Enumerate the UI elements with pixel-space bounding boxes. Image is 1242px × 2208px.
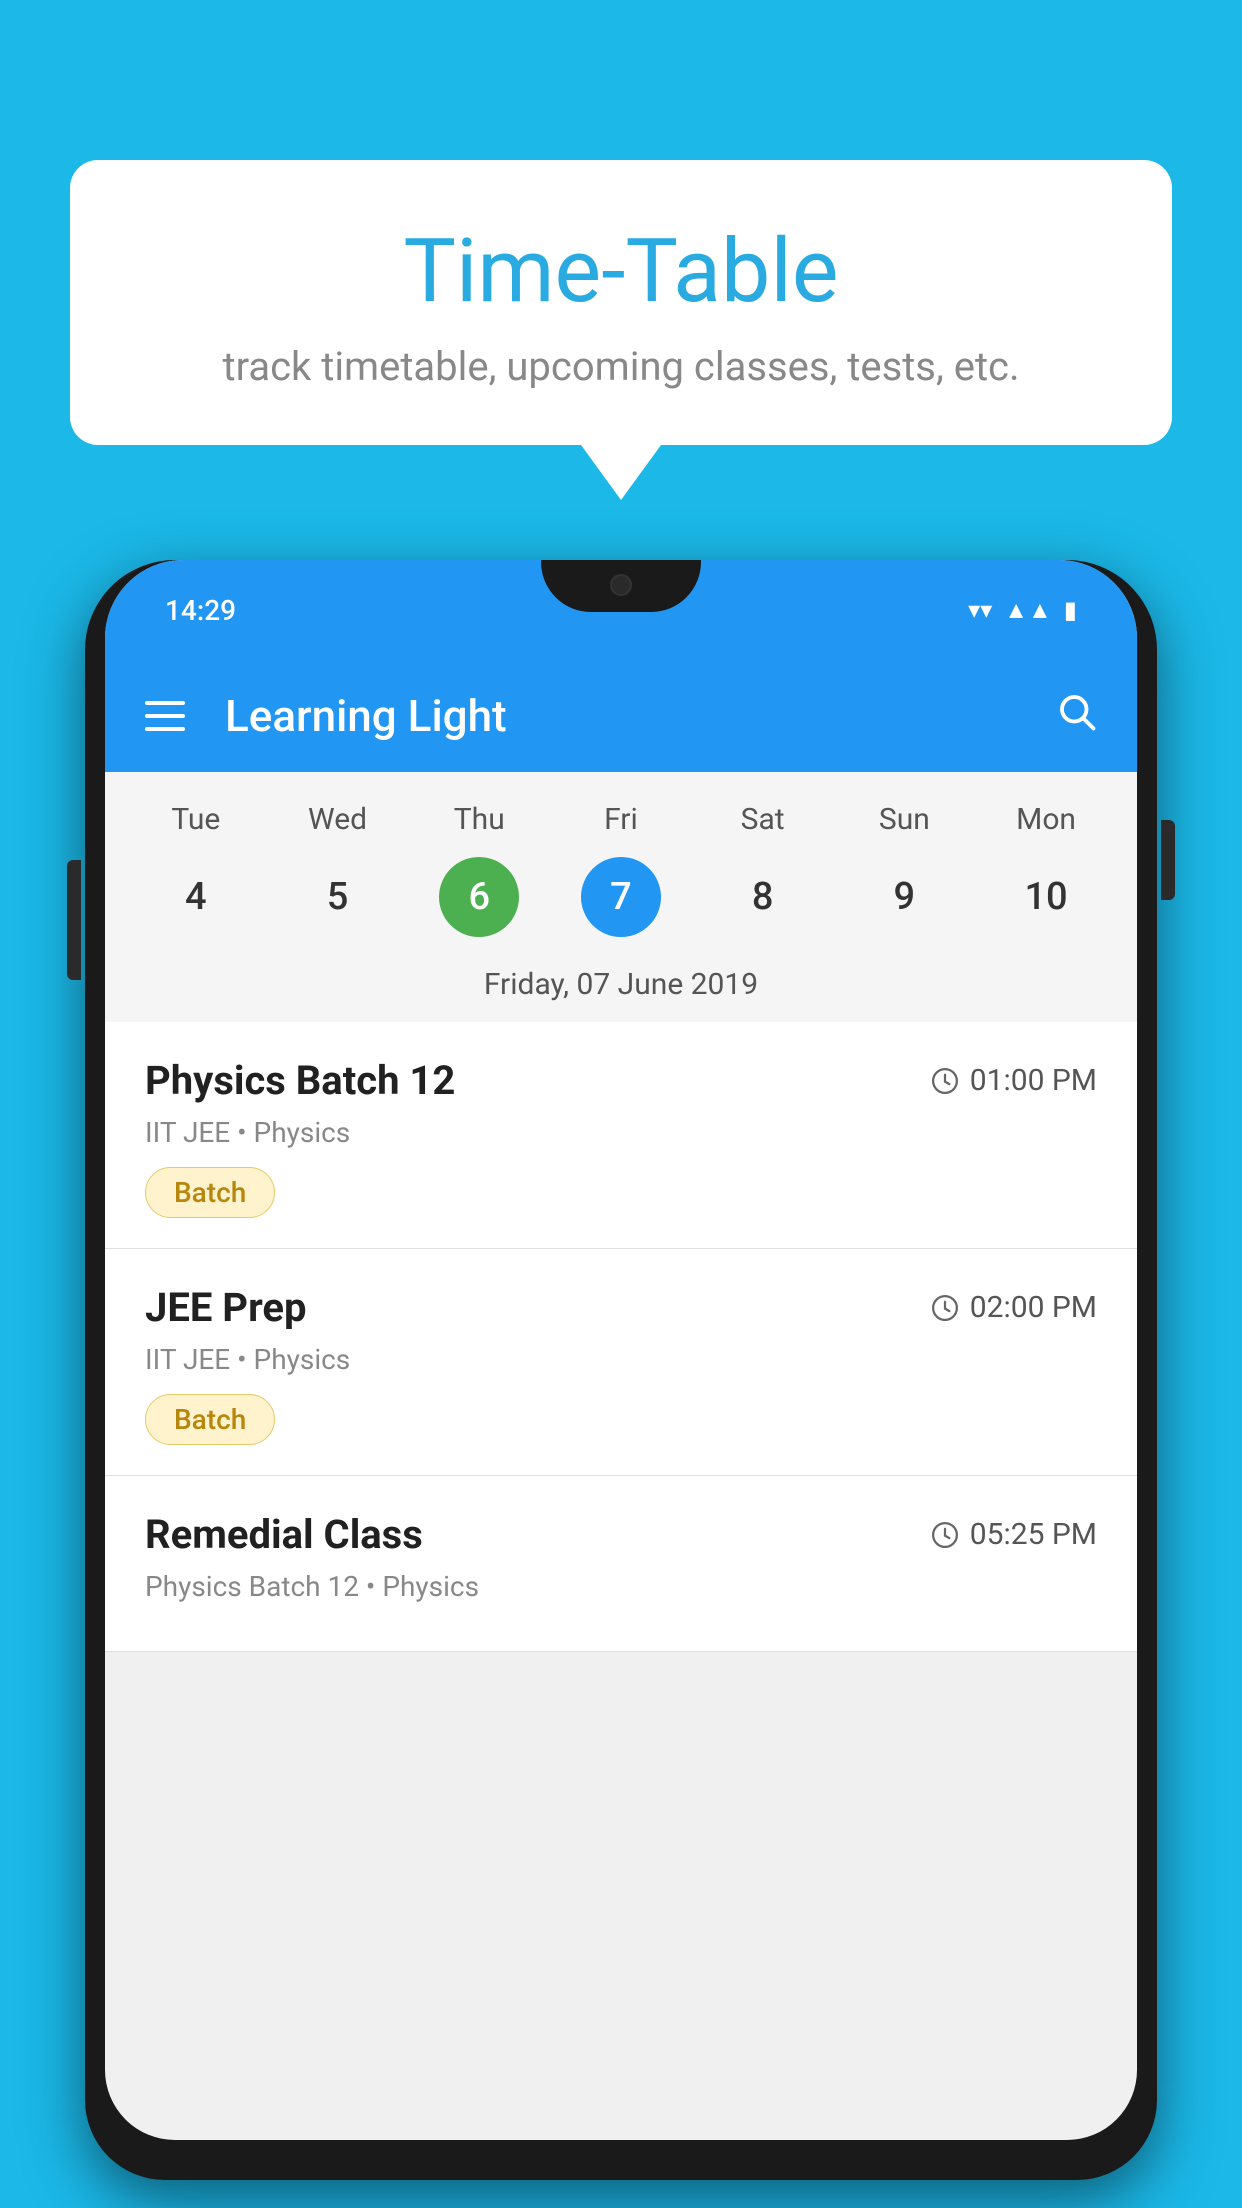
- schedule-time-2: 02:00 PM: [930, 1290, 1097, 1325]
- date-10[interactable]: 10: [1006, 857, 1086, 937]
- bubble-title: Time-Table: [150, 220, 1092, 323]
- date-6-today[interactable]: 6: [439, 857, 519, 937]
- phone-outer: 14:29 ▾▾ ▲▲ ▮ Learning Light: [85, 560, 1157, 2180]
- date-7-selected[interactable]: 7: [581, 857, 661, 937]
- dates-row: 4 5 6 7 8 9 10: [105, 847, 1137, 957]
- days-header: Tue Wed Thu Fri Sat Sun Mon: [105, 792, 1137, 847]
- day-tue: Tue: [156, 802, 236, 837]
- date-5[interactable]: 5: [298, 857, 378, 937]
- app-bar: Learning Light: [105, 660, 1137, 772]
- phone-screen: 14:29 ▾▾ ▲▲ ▮ Learning Light: [105, 560, 1137, 2140]
- hamburger-menu-button[interactable]: [145, 701, 185, 731]
- search-icon: [1055, 690, 1097, 732]
- schedule-time-3: 05:25 PM: [930, 1517, 1097, 1552]
- day-mon: Mon: [1006, 802, 1086, 837]
- notch-cutout: [541, 560, 701, 612]
- speech-bubble: Time-Table track timetable, upcoming cla…: [70, 160, 1172, 445]
- day-sun: Sun: [864, 802, 944, 837]
- day-fri: Fri: [581, 802, 661, 837]
- date-4[interactable]: 4: [156, 857, 236, 937]
- status-bar-area: 14:29 ▾▾ ▲▲ ▮: [105, 560, 1137, 660]
- schedule-item-2-header: JEE Prep 02:00 PM: [145, 1284, 1097, 1331]
- schedule-item-1-header: Physics Batch 12 01:00 PM: [145, 1057, 1097, 1104]
- signal-icon: ▲▲: [1004, 596, 1052, 625]
- camera-dot: [610, 574, 632, 596]
- time-value-1: 01:00 PM: [970, 1063, 1097, 1098]
- day-wed: Wed: [298, 802, 378, 837]
- phone-wrapper: 14:29 ▾▾ ▲▲ ▮ Learning Light: [85, 540, 1157, 2208]
- clock-icon-3: [930, 1520, 960, 1550]
- batch-badge-2: Batch: [145, 1394, 275, 1445]
- schedule-time-1: 01:00 PM: [930, 1063, 1097, 1098]
- selected-date-label: Friday, 07 June 2019: [105, 957, 1137, 1022]
- time-value-2: 02:00 PM: [970, 1290, 1097, 1325]
- speech-bubble-section: Time-Table track timetable, upcoming cla…: [70, 160, 1172, 500]
- status-time: 14:29: [165, 594, 236, 627]
- calendar-section: Tue Wed Thu Fri Sat Sun Mon 4 5 6 7 8 9 …: [105, 772, 1137, 1022]
- schedule-item-3[interactable]: Remedial Class 05:25 PM Physics Batch 12…: [105, 1476, 1137, 1652]
- schedule-title-1: Physics Batch 12: [145, 1057, 455, 1104]
- schedule-list: Physics Batch 12 01:00 PM IIT JEE • Phys…: [105, 1022, 1137, 1652]
- search-button[interactable]: [1055, 690, 1097, 743]
- date-9[interactable]: 9: [864, 857, 944, 937]
- wifi-icon: ▾▾: [968, 596, 992, 624]
- day-thu: Thu: [439, 802, 519, 837]
- schedule-subtitle-3: Physics Batch 12 • Physics: [145, 1570, 1097, 1603]
- clock-icon-1: [930, 1066, 960, 1096]
- hamburger-line-3: [145, 727, 185, 731]
- bubble-subtitle: track timetable, upcoming classes, tests…: [150, 343, 1092, 390]
- schedule-item-1[interactable]: Physics Batch 12 01:00 PM IIT JEE • Phys…: [105, 1022, 1137, 1249]
- schedule-subtitle-2: IIT JEE • Physics: [145, 1343, 1097, 1376]
- time-value-3: 05:25 PM: [970, 1517, 1097, 1552]
- app-title: Learning Light: [225, 690, 1055, 742]
- hamburger-line-2: [145, 714, 185, 718]
- bubble-arrow: [581, 445, 661, 500]
- battery-icon: ▮: [1064, 596, 1077, 624]
- schedule-item-2[interactable]: JEE Prep 02:00 PM IIT JEE • Physics Batc…: [105, 1249, 1137, 1476]
- status-icons: ▾▾ ▲▲ ▮: [968, 596, 1077, 625]
- batch-badge-1: Batch: [145, 1167, 275, 1218]
- schedule-subtitle-1: IIT JEE • Physics: [145, 1116, 1097, 1149]
- hamburger-line-1: [145, 701, 185, 705]
- schedule-title-2: JEE Prep: [145, 1284, 306, 1331]
- date-8[interactable]: 8: [723, 857, 803, 937]
- clock-icon-2: [930, 1293, 960, 1323]
- schedule-item-3-header: Remedial Class 05:25 PM: [145, 1511, 1097, 1558]
- schedule-title-3: Remedial Class: [145, 1511, 423, 1558]
- day-sat: Sat: [723, 802, 803, 837]
